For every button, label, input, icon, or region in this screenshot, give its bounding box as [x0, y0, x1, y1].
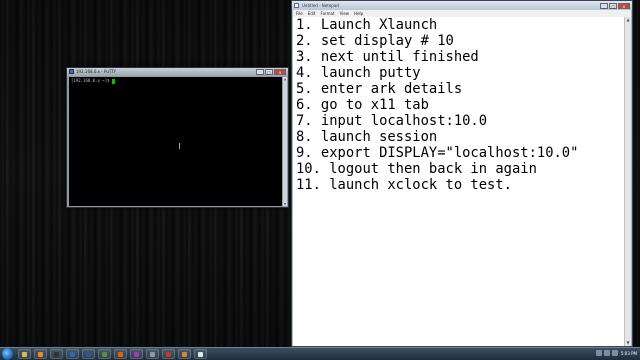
close-button[interactable]: x	[274, 69, 286, 75]
text-line: 3. next until finished	[296, 49, 479, 65]
text-line: 1. Launch Xlaunch	[296, 17, 438, 33]
scroll-up-icon[interactable]: ▲	[625, 17, 631, 23]
taskbar-button[interactable]	[146, 349, 159, 359]
media-player-icon	[38, 352, 43, 357]
text-cursor	[111, 78, 115, 84]
menu-format[interactable]: Format	[320, 10, 334, 17]
taskbar-button[interactable]	[34, 349, 47, 359]
notepad-icon	[198, 352, 203, 357]
taskbar-button[interactable]	[50, 349, 63, 359]
text-line: 8. launch session	[296, 129, 438, 145]
terminal-area[interactable]: [192.168.0.x ~]$	[69, 77, 282, 206]
close-button[interactable]: x	[618, 3, 630, 9]
text-line: 6. go to x11 tab	[296, 97, 429, 113]
shell-prompt: [192.168.0.x ~]$	[71, 78, 115, 84]
app-icon	[102, 352, 107, 357]
text-line: 11. launch xclock to test.	[296, 177, 512, 193]
menu-view[interactable]: View	[340, 10, 350, 17]
maximize-button[interactable]: □	[609, 3, 617, 9]
folder-icon	[22, 352, 27, 357]
mouse-ibeam-cursor	[179, 143, 180, 149]
system-tray	[596, 350, 618, 356]
app-icon	[166, 352, 171, 357]
text-line: 4. launch putty	[296, 65, 421, 81]
minimize-button[interactable]: _	[256, 69, 264, 75]
taskbar-button[interactable]	[82, 349, 95, 359]
text-line: 5. enter ark details	[296, 81, 463, 97]
putty-icon	[150, 352, 155, 357]
prompt-text: [192.168.0.x ~]$	[71, 78, 112, 83]
start-button[interactable]	[2, 348, 13, 360]
notepad-menubar: File Edit Format View Help	[293, 10, 631, 17]
taskbar-clock[interactable]: 5:03 PM	[621, 348, 637, 360]
putty-titlebar[interactable]: 192.168.0.x - PuTTY _ □ x	[67, 68, 288, 76]
menu-help[interactable]: Help	[354, 10, 363, 17]
notepad-titlebar[interactable]: Untitled - Notepad _ □ x	[292, 1, 632, 10]
taskbar-button[interactable]	[130, 349, 143, 359]
notepad-app-icon[interactable]	[294, 3, 299, 8]
app-icon	[70, 352, 75, 357]
notepad-text-area[interactable]: 1. Launch Xlaunch 2. set display # 10 3.…	[293, 17, 625, 346]
word-icon	[86, 352, 91, 357]
taskbar-button[interactable]	[178, 349, 191, 359]
terminal-icon	[54, 352, 59, 357]
putty-scrollbar[interactable]: ▲ ▼	[282, 77, 287, 206]
taskbar-button[interactable]	[18, 349, 31, 359]
network-icon[interactable]	[596, 350, 602, 356]
taskbar-button[interactable]	[194, 349, 207, 359]
scroll-down-icon[interactable]: ▼	[625, 340, 631, 346]
taskbar-button[interactable]	[66, 349, 79, 359]
flag-icon[interactable]	[612, 350, 618, 356]
taskbar-button[interactable]	[162, 349, 175, 359]
app-icon	[182, 352, 187, 357]
taskbar: 5:03 PM	[0, 347, 640, 360]
menu-edit[interactable]: Edit	[308, 10, 316, 17]
maximize-button[interactable]: □	[265, 69, 273, 75]
volume-icon[interactable]	[604, 350, 610, 356]
text-line: 10. logout then back in again	[296, 161, 537, 177]
firefox-icon	[118, 352, 123, 357]
app-icon	[134, 352, 139, 357]
notepad-window[interactable]: Untitled - Notepad _ □ x File Edit Forma…	[291, 0, 633, 347]
text-line: 2. set display # 10	[296, 33, 454, 49]
taskbar-button[interactable]	[98, 349, 111, 359]
putty-title: 192.168.0.x - PuTTY	[76, 69, 117, 74]
taskbar-button[interactable]	[114, 349, 127, 359]
notepad-scrollbar[interactable]: ▲ ▼	[624, 17, 631, 346]
text-line: 7. input localhost:10.0	[296, 113, 488, 129]
notepad-title: Untitled - Notepad	[302, 3, 339, 8]
taskbar-apps	[18, 349, 207, 359]
scroll-thumb[interactable]	[283, 81, 287, 202]
putty-app-icon[interactable]	[69, 69, 74, 74]
scroll-down-icon[interactable]: ▼	[283, 202, 287, 206]
putty-window[interactable]: 192.168.0.x - PuTTY _ □ x [192.168.0.x ~…	[66, 67, 289, 208]
menu-file[interactable]: File	[296, 10, 303, 17]
text-line: 9. export DISPLAY="localhost:10.0"	[296, 145, 579, 161]
minimize-button[interactable]: _	[600, 3, 608, 9]
